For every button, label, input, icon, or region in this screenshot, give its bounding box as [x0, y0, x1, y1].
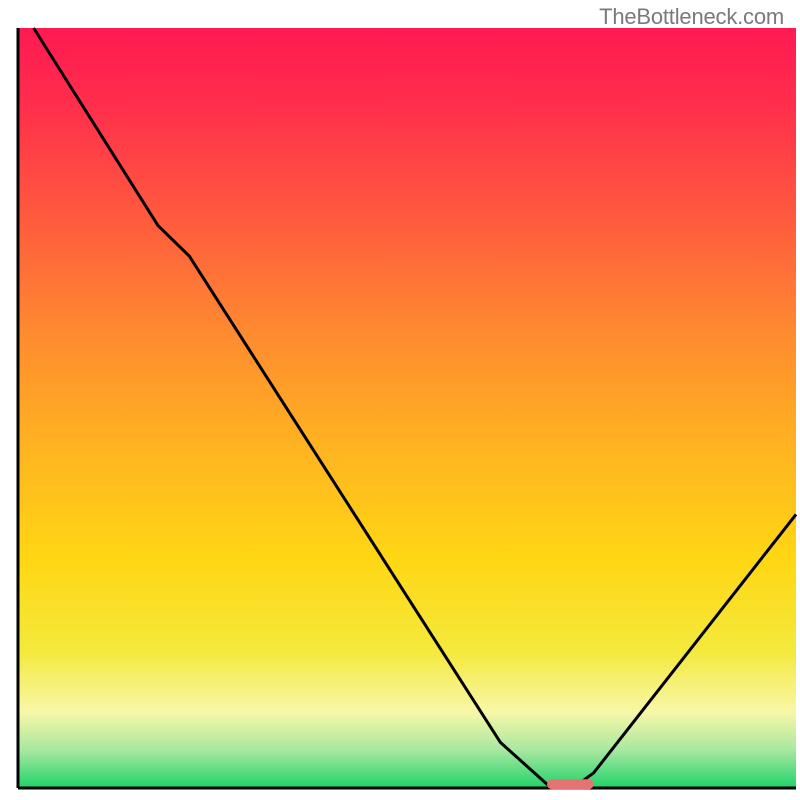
bottleneck-chart [0, 0, 800, 800]
watermark-text: TheBottleneck.com [599, 4, 784, 30]
chart-container: TheBottleneck.com [0, 0, 800, 800]
optimum-marker [547, 779, 594, 789]
plot-background [18, 28, 796, 788]
